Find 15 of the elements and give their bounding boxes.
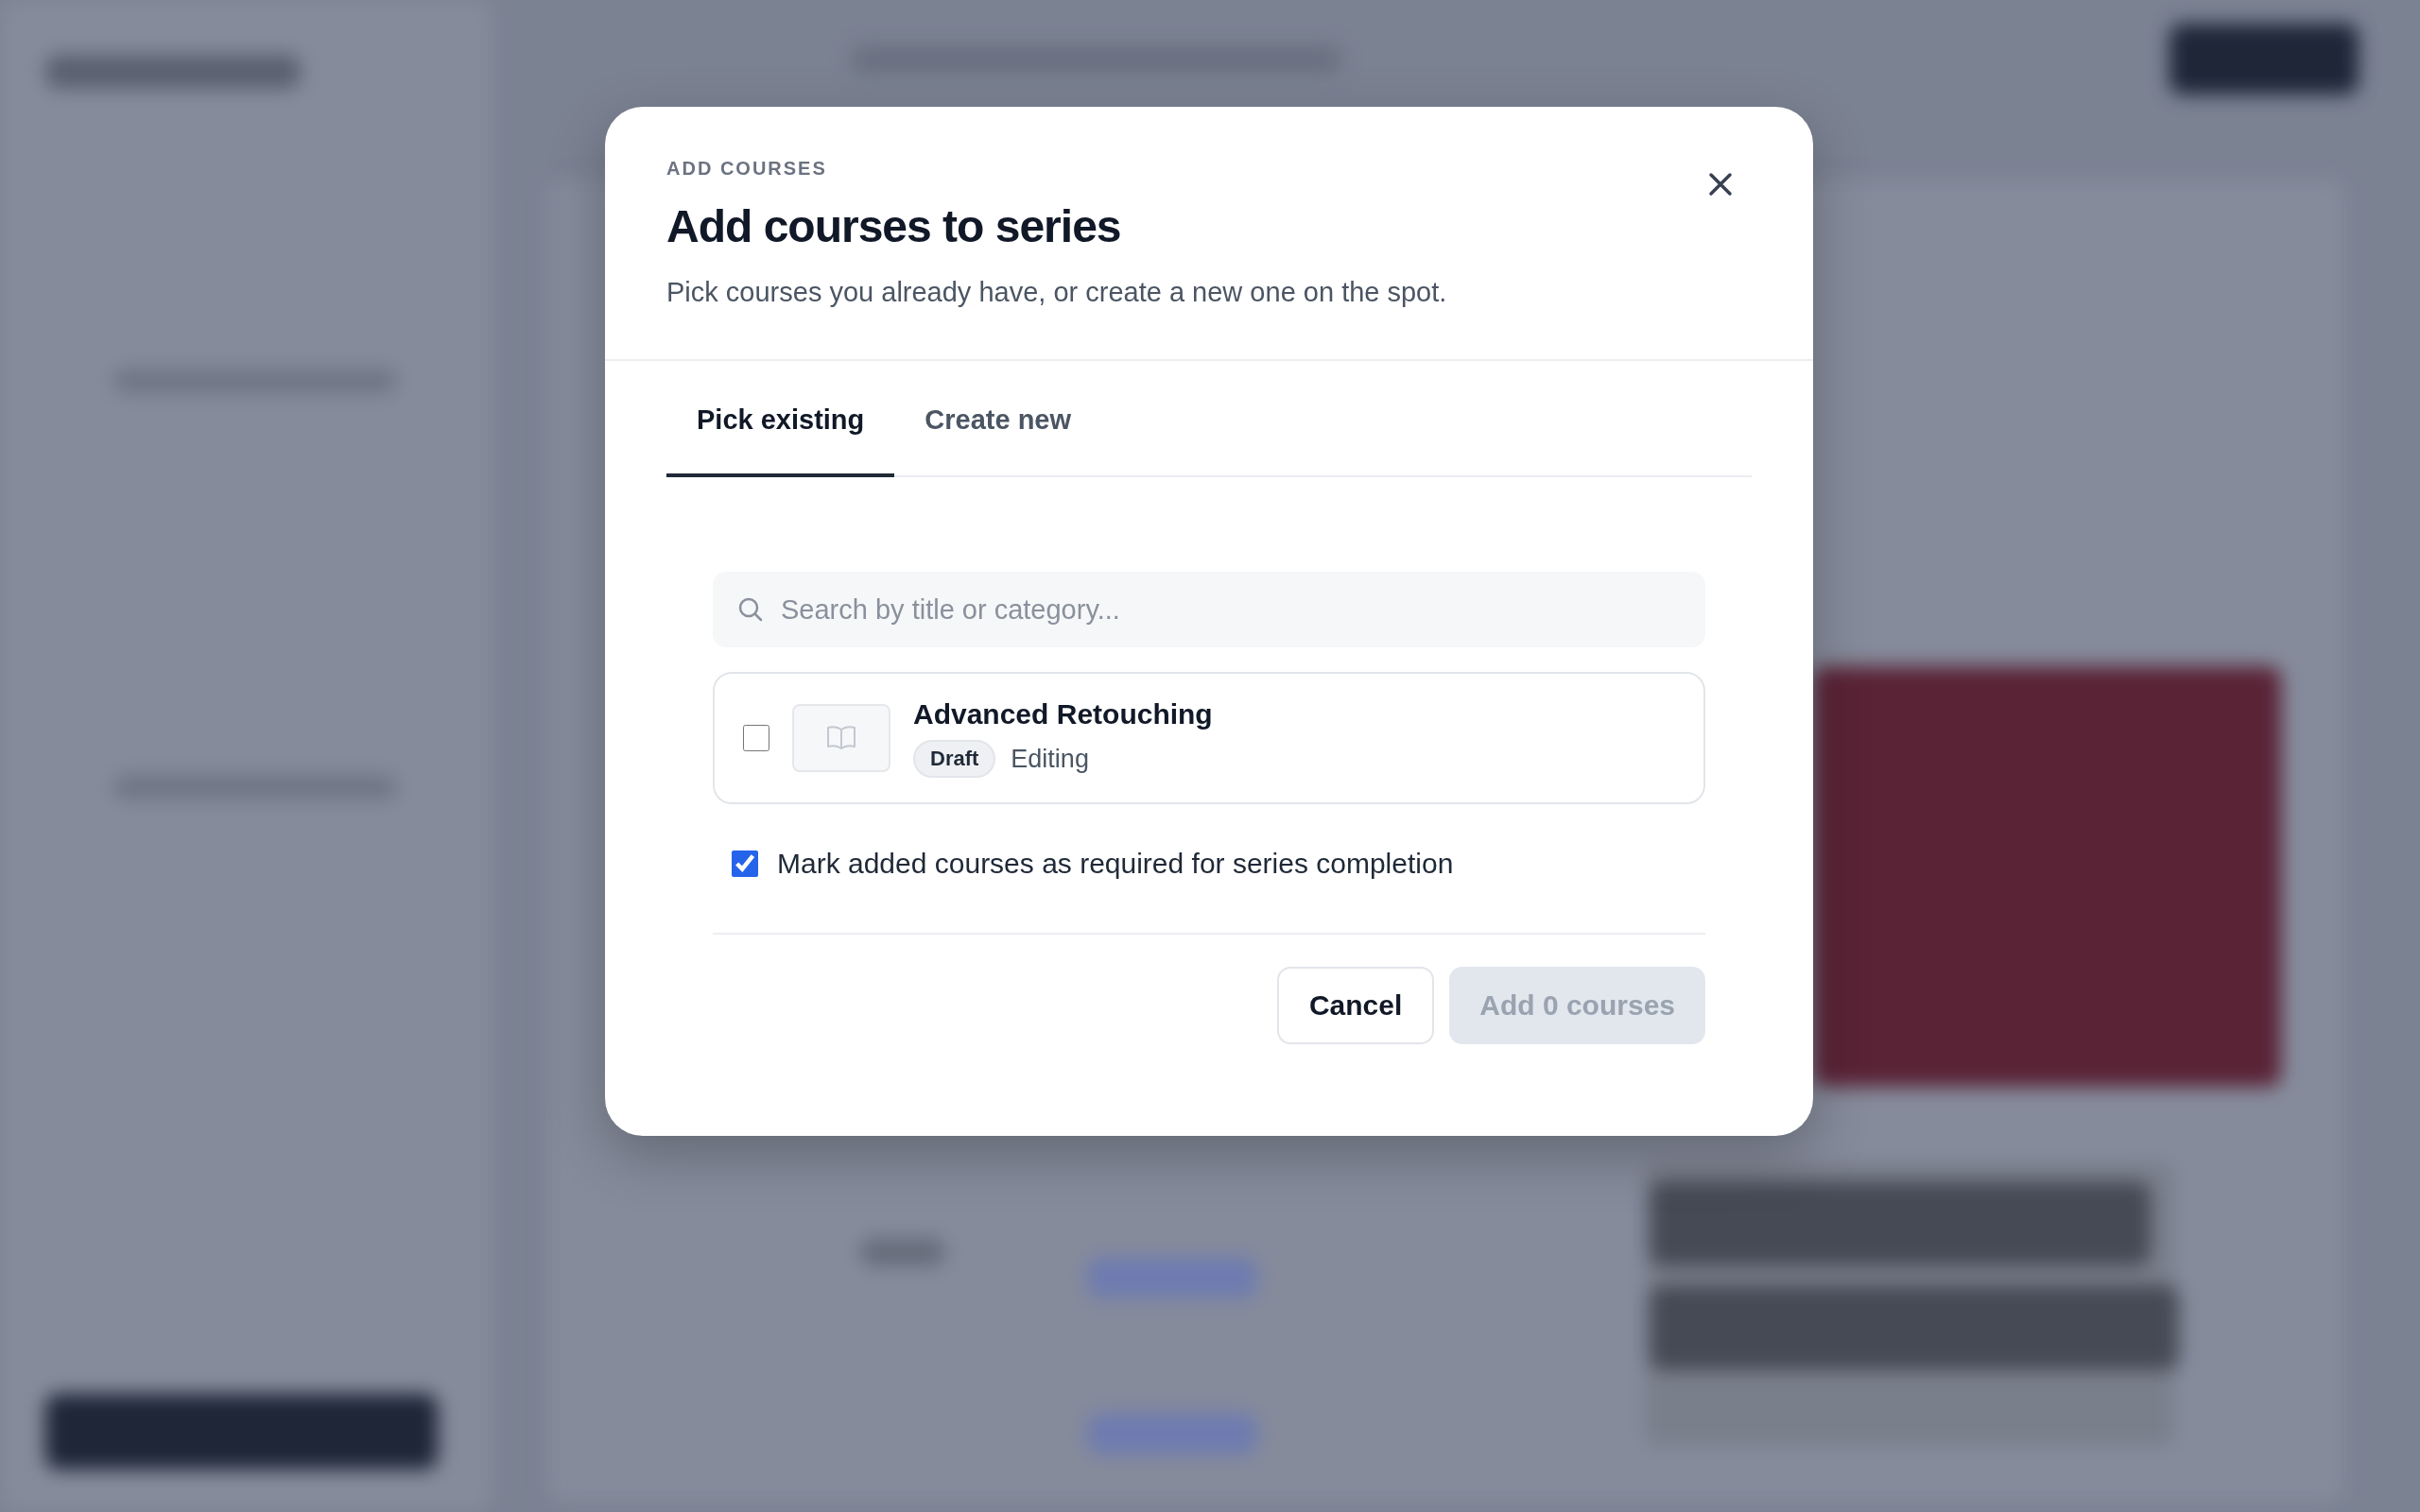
status-badge: Draft bbox=[913, 740, 996, 778]
course-row[interactable]: Advanced Retouching Draft Editing bbox=[713, 672, 1705, 804]
tab[interactable]: Pick existing bbox=[666, 361, 895, 477]
search-field[interactable]: Search by title or category... bbox=[713, 572, 1705, 647]
required-checkbox[interactable] bbox=[732, 850, 758, 877]
book-icon bbox=[825, 724, 857, 752]
course-checkbox[interactable] bbox=[743, 725, 769, 751]
tab[interactable]: Create new bbox=[894, 361, 1102, 477]
dialog-eyebrow: ADD COURSES bbox=[666, 158, 827, 180]
cancel-button[interactable]: Cancel bbox=[1276, 967, 1435, 1044]
course-title: Advanced Retouching bbox=[913, 698, 1213, 730]
dialog-title: Add courses to series bbox=[666, 200, 1121, 252]
course-note: Editing bbox=[1011, 744, 1089, 774]
required-label: Mark added courses as required for series completion bbox=[777, 848, 1454, 880]
dialog-subtitle: Pick courses you already have, or create a new one on the spot. bbox=[666, 277, 1447, 308]
